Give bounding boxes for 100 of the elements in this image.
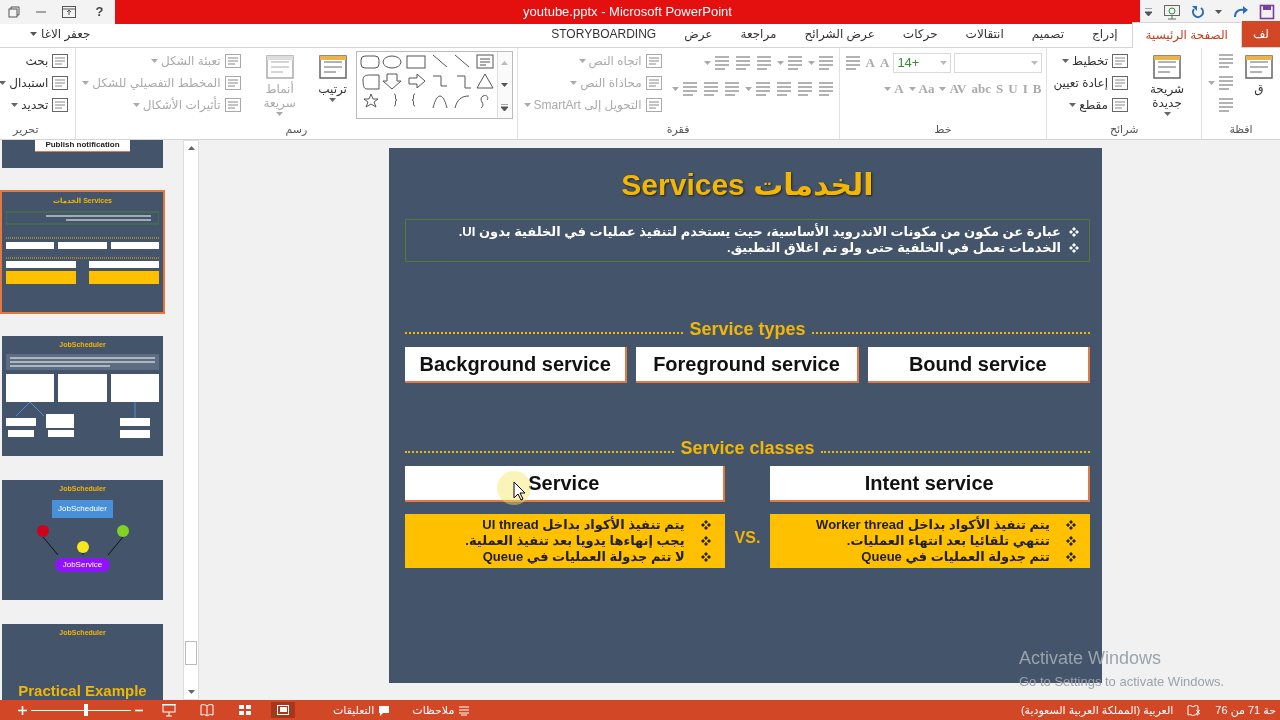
service-type-label: Background service [405, 346, 628, 383]
comments-button[interactable]: التعليقات [333, 701, 391, 719]
ribbon-tab[interactable]: مراجعة [726, 21, 791, 47]
help-button[interactable]: ? [91, 2, 108, 22]
scrollbar-thumb[interactable] [185, 641, 197, 665]
diagram-node: JobScheduler [52, 499, 113, 518]
document-icon [317, 52, 348, 82]
gallery-expand-button[interactable] [497, 96, 512, 118]
document-icon [644, 53, 663, 69]
language-status[interactable]: العربية (المملكة العربية السعودية) [1020, 701, 1174, 719]
ribbon-tab[interactable]: STORYBOARDING [537, 21, 671, 47]
ribbon-tab[interactable]: عرض الشرائح [790, 21, 889, 47]
view-button[interactable] [271, 702, 295, 718]
ribbon-button[interactable]: إعادة تعيين [1051, 73, 1131, 93]
font-name-field[interactable] [954, 53, 1043, 73]
document-icon [51, 75, 70, 91]
lines-icon [734, 54, 751, 72]
slide-thumbnail[interactable]: Publish notification [0, 140, 165, 170]
lines-icon [681, 80, 698, 98]
thumbnail-subtitle: Practical Example [18, 680, 147, 700]
zoom-in-icon[interactable] [18, 705, 27, 715]
lines-icon [786, 54, 803, 72]
expand-icon [501, 103, 509, 111]
bullet-text: تنتهي تلقائيا بعد انتهاء العمليات. [846, 532, 1050, 549]
ribbon-tab[interactable]: انتقالات [951, 21, 1018, 47]
document-icon [223, 53, 242, 69]
bullet-text: الخدمات تعمل في الخلفية حتى ولو تم اغلاق التطبيق. [727, 240, 1061, 257]
section-heading: Service classes [680, 436, 815, 460]
presentation-icon[interactable] [1162, 4, 1181, 20]
lines-icon [755, 54, 772, 72]
normal-view-icon [276, 703, 290, 717]
bullet-text: تتم جدولة العمليات في Queue [861, 549, 1050, 566]
notes-icon [458, 704, 471, 716]
document-icon [1111, 53, 1129, 69]
bullet-text: يتم تنفيذ الأكواد بداخل UI thread [482, 516, 685, 533]
ribbon-large-button[interactable]: ق [1242, 51, 1276, 98]
lines-icon [702, 80, 719, 98]
bullet-text: عبارة عن مكون من مكونات الاندرويد الأساسية، حيث يستخدم لتنفيذ عمليات في الخلفية بدون UI. [458, 224, 1061, 241]
ribbon-large-button[interactable]: شريحة جديدة [1137, 51, 1197, 117]
thumbnail-text: Publish notification [35, 140, 130, 152]
document-icon [223, 97, 242, 113]
ribbon-display-icon[interactable] [62, 6, 77, 18]
grid-icon [238, 703, 252, 717]
ribbon-tab[interactable]: إدراج [1078, 21, 1132, 47]
ribbon-button[interactable]: مقطع [1067, 95, 1131, 115]
font-size-field[interactable]: +14 [893, 53, 952, 73]
file-tab[interactable]: لف [1241, 21, 1280, 47]
bullet-icon [1066, 535, 1076, 546]
bullet-icon [700, 552, 711, 563]
undo-icon[interactable] [1190, 5, 1205, 19]
down-caret-icon [501, 83, 509, 87]
ribbon-button[interactable]: تخطيط [1060, 51, 1131, 71]
document-icon [644, 97, 663, 113]
lines-icon [844, 54, 861, 72]
ribbon-tab[interactable]: تصميم [1017, 21, 1079, 47]
ribbon-button[interactable]: تحديد [9, 95, 72, 115]
ribbon-tab[interactable]: الصفحة الرئيسية [1131, 22, 1242, 48]
lines-icon [754, 80, 771, 98]
bullet-icon [1069, 243, 1079, 254]
customize-caret-icon[interactable] [1145, 8, 1153, 16]
bullet-text: لا تتم جدولة العمليات في Queue [482, 549, 685, 566]
redo-icon[interactable] [1232, 5, 1249, 19]
document-icon [644, 75, 663, 91]
service-class-label: Intent service [770, 465, 1090, 502]
document-icon [51, 53, 70, 69]
restore-icon[interactable] [7, 6, 20, 18]
group-label: فقرة [665, 121, 691, 138]
ribbon-large-button[interactable]: ترتيب [315, 51, 350, 103]
ribbon-tab[interactable]: حركات [888, 21, 952, 47]
comment-icon [378, 704, 391, 716]
slide-title: الخدمات Services [620, 167, 875, 203]
group-label: افظة [1228, 121, 1254, 137]
ribbon-button[interactable]: بحث [23, 51, 72, 71]
section-heading: Service types [689, 317, 806, 341]
bullet-icon [1069, 227, 1079, 238]
document-icon [51, 97, 70, 113]
up-caret-icon [501, 61, 509, 65]
service-class-label: Service [405, 465, 725, 502]
service-type-label: Foreground service [636, 346, 859, 383]
diagram-node: JobService [54, 557, 111, 572]
lines-icon [775, 80, 792, 98]
group-label: رسم [284, 121, 309, 138]
notes-button[interactable]: ملاحظات [412, 701, 471, 719]
service-type-label: Bound service [867, 346, 1090, 383]
spelling-icon [1187, 704, 1202, 716]
save-icon[interactable] [1258, 4, 1275, 20]
slide-counter: حة 71 من 76 [1215, 702, 1276, 719]
zoom-slider-thumb[interactable] [84, 704, 88, 716]
document-icon [264, 52, 295, 82]
ribbon-button[interactable]: استبدال [0, 73, 72, 93]
lines-icon [817, 80, 834, 98]
document-icon [1152, 52, 1182, 82]
lines-icon [1218, 96, 1234, 114]
account-menu[interactable]: جعفر الاغا [0, 25, 99, 47]
bullet-icon [700, 535, 711, 546]
bullet-text: يتم تنفيذ الأكواد بداخل Worker thread [816, 516, 1050, 533]
group-label: خط [933, 121, 953, 137]
ribbon-tab[interactable]: عرض [670, 21, 727, 47]
lines-icon [1218, 52, 1234, 70]
document-icon [1244, 52, 1274, 82]
